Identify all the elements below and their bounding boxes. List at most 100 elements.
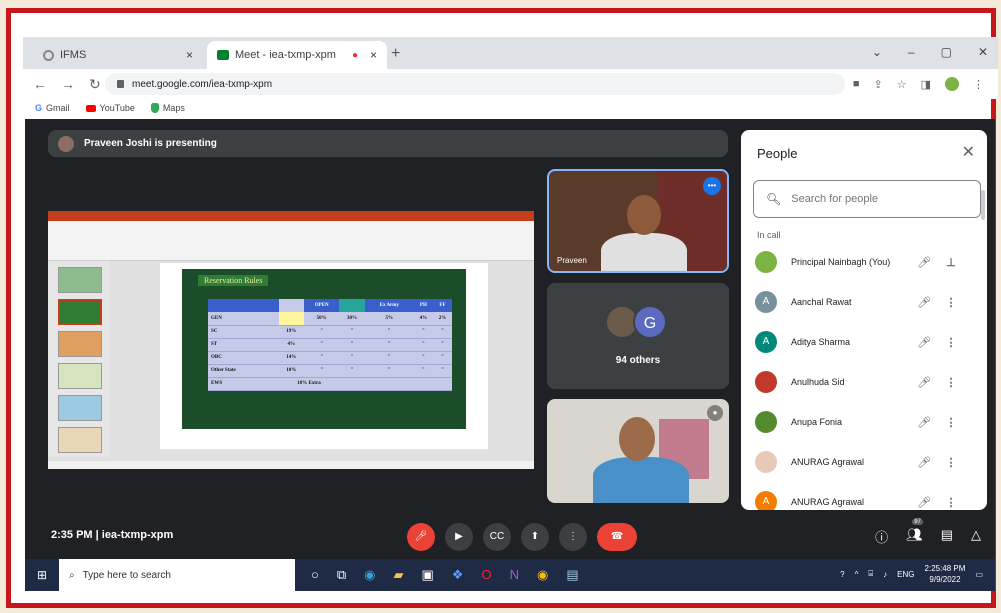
reload-icon[interactable]: ↻	[89, 76, 101, 93]
participant-avatar-g: G	[633, 305, 667, 339]
share-icon[interactable]: ⇪	[874, 78, 883, 91]
camera-icon[interactable]: ■	[853, 78, 860, 90]
participant-avatar: A	[755, 491, 777, 510]
table-cell: 10%	[278, 364, 305, 378]
more-options-icon[interactable]: ⋮	[939, 336, 963, 349]
list-item[interactable]: Anupa Fonia 🎤︎ ⋮	[741, 402, 987, 442]
app-icon[interactable]: ▤	[566, 567, 578, 583]
close-icon[interactable]: ✕	[962, 142, 975, 162]
table-cell: GEN	[208, 312, 279, 326]
leave-call-button[interactable]: ☎	[597, 523, 637, 551]
minimize-icon[interactable]: –	[908, 45, 915, 59]
slide-thumbnails	[48, 261, 110, 457]
more-options-icon[interactable]: ⋮	[939, 296, 963, 309]
profile-avatar-icon[interactable]	[945, 77, 959, 91]
camera-toggle-button[interactable]: ▶	[445, 523, 473, 551]
list-item[interactable]: Principal Nainbagh (You) 🎤︎ ⊥	[741, 242, 987, 282]
maximize-icon[interactable]: ▢	[941, 45, 952, 59]
windows-start-icon[interactable]: ⊞	[25, 568, 59, 582]
list-item[interactable]: Anulhuda Sid 🎤︎ ⋮	[741, 362, 987, 402]
store-icon[interactable]: ▣	[422, 567, 434, 583]
video-tile-others[interactable]: G 94 others	[547, 283, 729, 389]
mic-off-icon: 🎤︎	[917, 496, 931, 509]
more-options-icon[interactable]: ⋮	[939, 376, 963, 389]
mic-off-icon: 🎤︎	[917, 416, 931, 429]
cortana-icon[interactable]: ○	[311, 567, 319, 583]
bookmark-youtube[interactable]: YouTube	[85, 103, 135, 113]
mic-off-icon: 🎤︎	[917, 456, 931, 469]
network-icon[interactable]: ⌸	[868, 569, 873, 579]
edge-icon[interactable]: ◉	[364, 567, 375, 583]
present-button[interactable]: ⬆	[521, 523, 549, 551]
mic-toggle-button[interactable]: 🎤︎	[407, 523, 435, 551]
list-item[interactable]: A ANURAG Agrawal 🎤︎ ⋮	[741, 482, 987, 510]
search-icon: ⌕	[69, 569, 75, 581]
close-window-icon[interactable]: ✕	[978, 45, 988, 59]
notification-icon[interactable]: ▭	[975, 570, 983, 579]
activities-icon[interactable]: △	[971, 527, 981, 546]
address-bar[interactable]: meet.google.com/iea-txmp-xpm	[105, 73, 845, 95]
list-item[interactable]: ANURAG Agrawal 🎤︎ ⋮	[741, 442, 987, 482]
table-cell: "	[432, 364, 452, 378]
pin-icon[interactable]: ⊥	[939, 256, 963, 269]
mic-off-icon: 🎤︎	[917, 256, 931, 269]
new-tab-button[interactable]: +	[391, 45, 400, 63]
tab-ifms[interactable]: IFMS ×	[33, 41, 203, 69]
chat-icon[interactable]: ▤	[941, 527, 953, 546]
taskbar-search[interactable]: ⌕ Type here to search	[59, 559, 295, 591]
list-item[interactable]: A Aanchal Rawat 🎤︎ ⋮	[741, 282, 987, 322]
participant-name: Principal Nainbagh (You)	[791, 257, 891, 267]
opera-icon[interactable]: O	[481, 567, 491, 583]
task-view-icon[interactable]: ⧉	[337, 567, 346, 583]
info-icon[interactable]: ⓘ	[875, 527, 888, 546]
meet-favicon-icon	[217, 50, 229, 60]
bookmarks-bar: G Gmail YouTube Maps	[23, 99, 998, 117]
tray-chevron-icon[interactable]: ^	[855, 570, 859, 579]
video-tile-speaker[interactable]: Praveen •••	[547, 169, 729, 273]
tab-meet[interactable]: Meet - iea-txmp-xpm ● ×	[207, 41, 387, 69]
table-cell: 4%	[413, 312, 433, 326]
windows-taskbar: ⊞ ⌕ Type here to search ○ ⧉ ◉ ▰ ▣ ❖ O N …	[25, 559, 995, 591]
bookmark-maps[interactable]: Maps	[150, 103, 185, 113]
language-indicator[interactable]: ENG	[897, 570, 914, 579]
taskbar-clock[interactable]: 2:25:48 PM 9/9/2022	[925, 563, 966, 585]
people-search[interactable]: 🔍︎	[753, 180, 981, 218]
search-input[interactable]	[791, 193, 962, 205]
captions-button[interactable]: CC	[483, 523, 511, 551]
more-options-icon[interactable]: ⋮	[939, 496, 963, 509]
video-tile-self[interactable]: ●	[547, 399, 729, 503]
forward-icon[interactable]: →	[61, 76, 75, 93]
table-cell: "	[432, 351, 452, 365]
dropbox-icon[interactable]: ❖	[452, 567, 464, 583]
participant-name: Aditya Sharma	[791, 337, 851, 347]
star-icon[interactable]: ☆	[897, 78, 907, 91]
table-cell: 14%	[278, 351, 305, 365]
more-options-icon[interactable]: ⋮	[939, 456, 963, 469]
back-icon[interactable]: ←	[33, 76, 47, 93]
tab-close-icon[interactable]: ×	[370, 48, 377, 62]
table-cell: "	[339, 351, 365, 365]
help-icon[interactable]: ?	[840, 570, 844, 579]
shared-screen[interactable]: Reservation Rules OPEN Ex Army PH FF GEN…	[48, 211, 534, 469]
chrome-icon[interactable]: ◉	[537, 567, 548, 583]
file-explorer-icon[interactable]: ▰	[394, 567, 404, 583]
tab-search-icon[interactable]: ⌄	[872, 45, 882, 59]
toolbar-actions: ■ ⇪ ☆ ◨ ⋮	[853, 77, 984, 91]
table-cell: "	[364, 325, 414, 339]
slide-thumbnail	[58, 299, 102, 325]
table-cell: 5%	[364, 312, 414, 326]
table-cell: 50%	[304, 312, 340, 326]
scrollbar[interactable]	[981, 190, 985, 220]
bookmark-gmail[interactable]: G Gmail	[35, 103, 70, 113]
more-options-button[interactable]: ⋮	[559, 523, 587, 551]
more-options-icon[interactable]: ⋮	[939, 416, 963, 429]
list-item[interactable]: A Aditya Sharma 🎤︎ ⋮	[741, 322, 987, 362]
onenote-icon[interactable]: N	[510, 567, 519, 583]
people-button[interactable]: 👥︎ 97	[906, 519, 923, 546]
tab-close-icon[interactable]: ×	[186, 48, 193, 62]
slide-thumbnail	[58, 395, 102, 421]
volume-icon[interactable]: ♪	[883, 570, 887, 579]
sidepanel-icon[interactable]: ◨	[921, 78, 931, 91]
table-header: PH	[413, 299, 433, 312]
menu-kebab-icon[interactable]: ⋮	[973, 78, 984, 91]
